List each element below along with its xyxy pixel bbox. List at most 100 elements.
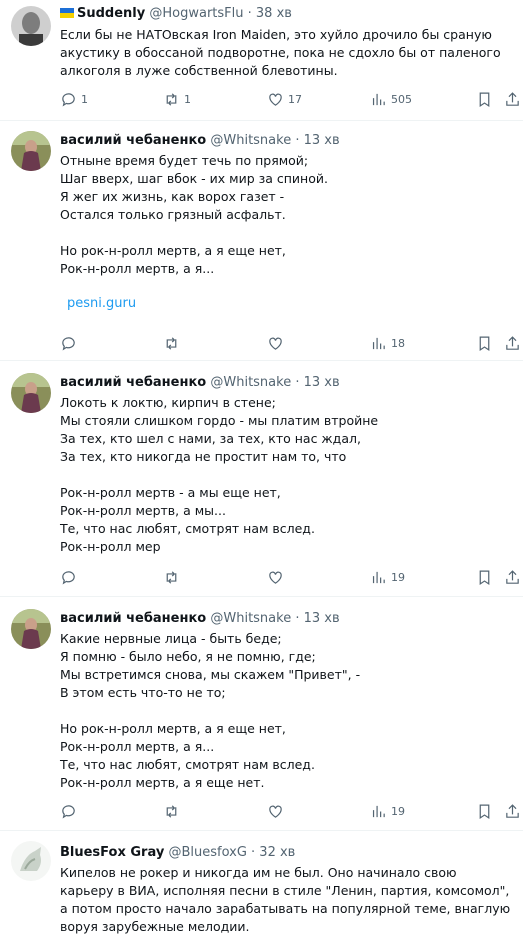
link-card-domain[interactable]: pesni.guru	[67, 296, 136, 311]
retweet-count: 1	[184, 92, 191, 106]
like-button[interactable]	[267, 567, 288, 587]
bookmark-icon	[479, 804, 490, 819]
bar-chart-icon	[372, 93, 385, 105]
share-button[interactable]	[504, 567, 521, 587]
tweet[interactable]: василий чебаненко @Whitsnake · 13 хв Лок…	[0, 361, 523, 597]
views-button[interactable]: 505	[370, 89, 412, 109]
bar-chart-icon	[372, 337, 385, 349]
tweet-time[interactable]: · 13 хв	[295, 375, 339, 390]
reply-button[interactable]: 1	[60, 89, 88, 109]
tweet-line: Те, что нас любят, смотрят нам вслед.	[60, 521, 315, 536]
author-handle[interactable]: @BluesfoxG	[168, 845, 246, 860]
bookmark-button[interactable]	[476, 333, 493, 353]
share-button[interactable]	[504, 333, 521, 353]
tweet-line: Локоть к локтю, кирпич в стене;	[60, 395, 276, 410]
tweet-line: Те, что нас любят, смотрят нам вслед.	[60, 757, 315, 772]
like-button[interactable]	[267, 801, 288, 821]
reply-button[interactable]	[60, 333, 81, 353]
heart-icon	[269, 571, 282, 584]
tweet-time[interactable]: · 32 хв	[251, 845, 295, 860]
avatar[interactable]	[11, 131, 51, 171]
tweet-line: Рок-н-ролл мертв - а мы еще нет,	[60, 485, 281, 500]
tweet-header: василий чебаненко @Whitsnake · 13 хв	[60, 373, 340, 393]
share-icon	[506, 335, 519, 350]
tweet[interactable]: василий чебаненко @Whitsnake · 13 хв Отн…	[0, 121, 523, 361]
author-handle[interactable]: @HogwartsFlu	[149, 6, 243, 21]
tweet-line	[60, 702, 515, 720]
like-button[interactable]	[267, 333, 288, 353]
bookmark-icon	[479, 570, 490, 585]
share-icon	[506, 569, 519, 584]
bar-chart-icon	[372, 805, 385, 817]
tweet-actions: 19	[0, 567, 523, 587]
share-icon	[506, 91, 519, 106]
bar-chart-icon	[372, 571, 385, 583]
like-button[interactable]: 17	[267, 89, 302, 109]
tweet-line: Рок-н-ролл мертв, а я...	[60, 739, 215, 754]
retweet-button[interactable]	[163, 801, 184, 821]
tweet-header: Suddenly @HogwartsFlu · 38 хв	[60, 4, 292, 24]
reply-icon	[62, 804, 75, 818]
retweet-button[interactable]	[163, 333, 184, 353]
bookmark-button[interactable]	[476, 567, 493, 587]
retweet-icon	[166, 92, 177, 106]
views-button[interactable]: 18	[370, 333, 405, 353]
tweet-line	[60, 466, 515, 484]
tweet-line: Я помню - было небо, я не помню, где;	[60, 649, 316, 664]
share-button[interactable]	[504, 801, 521, 821]
views-count: 19	[391, 804, 405, 818]
avatar[interactable]	[11, 6, 51, 46]
heart-icon	[269, 93, 282, 106]
retweet-button[interactable]	[163, 567, 184, 587]
author-handle[interactable]: @Whitsnake	[210, 375, 291, 390]
author-name[interactable]: Suddenly	[77, 6, 145, 21]
tweet-actions: 1 1 17 505	[0, 89, 523, 109]
avatar[interactable]	[11, 373, 51, 413]
author-handle[interactable]: @Whitsnake	[210, 611, 291, 626]
bookmark-button[interactable]	[476, 801, 493, 821]
tweet[interactable]: Suddenly @HogwartsFlu · 38 хв Если бы не…	[0, 0, 523, 121]
tweet-actions: 18	[0, 333, 523, 353]
tweet-line: Мы встретимся снова, мы скажем "Привет",…	[60, 667, 361, 682]
bookmark-button[interactable]	[476, 89, 493, 109]
tweet-time[interactable]: · 38 хв	[248, 6, 292, 21]
ukraine-flag-icon	[60, 8, 74, 18]
tweet-line: Остался только грязный асфальт.	[60, 207, 286, 222]
author-name[interactable]: BluesFox Gray	[60, 845, 164, 860]
share-icon	[506, 803, 519, 818]
views-button[interactable]: 19	[370, 801, 405, 821]
avatar[interactable]	[11, 841, 51, 881]
author-handle[interactable]: @Whitsnake	[210, 133, 291, 148]
reply-button[interactable]	[60, 801, 81, 821]
bookmark-icon	[479, 336, 490, 351]
tweet-time[interactable]: · 13 хв	[295, 611, 339, 626]
views-count: 19	[391, 570, 405, 584]
bookmark-icon	[479, 92, 490, 107]
retweet-icon	[166, 336, 177, 350]
tweet-text: Локоть к локтю, кирпич в стене; Мы стоял…	[60, 394, 515, 556]
reply-icon	[62, 336, 75, 350]
tweet[interactable]: василий чебаненко @Whitsnake · 13 хв Как…	[0, 597, 523, 831]
reply-button[interactable]	[60, 567, 81, 587]
tweet[interactable]: BluesFox Gray @BluesfoxG · 32 хв Кипелов…	[0, 831, 523, 938]
tweet-header: василий чебаненко @Whitsnake · 13 хв	[60, 131, 340, 151]
tweet-line: Если бы не НАТОвская Iron Maiden, это ху…	[60, 27, 501, 78]
tweet-line: Мы стояли слишком гордо - мы платим втро…	[60, 413, 379, 428]
tweet-line: За тех, кто шел с нами, за тех, кто нас …	[60, 431, 361, 446]
retweet-button[interactable]: 1	[163, 89, 191, 109]
reply-icon	[62, 92, 75, 106]
tweet-text: Кипелов не рокер и никогда им не был. Он…	[60, 864, 512, 936]
tweet-text: Отныне время будет течь по прямой; Шаг в…	[60, 152, 515, 278]
views-button[interactable]: 19	[370, 567, 405, 587]
tweet-line	[60, 224, 515, 242]
author-name[interactable]: василий чебаненко	[60, 133, 206, 148]
retweet-icon	[166, 570, 177, 584]
avatar[interactable]	[11, 609, 51, 649]
tweet-line: Я жег их жизнь, как ворох газет -	[60, 189, 285, 204]
tweet-line: В этом есть что-то не то;	[60, 685, 226, 700]
author-name[interactable]: василий чебаненко	[60, 375, 206, 390]
share-button[interactable]	[504, 89, 521, 109]
retweet-icon	[166, 804, 177, 818]
author-name[interactable]: василий чебаненко	[60, 611, 206, 626]
tweet-time[interactable]: · 13 хв	[295, 133, 339, 148]
